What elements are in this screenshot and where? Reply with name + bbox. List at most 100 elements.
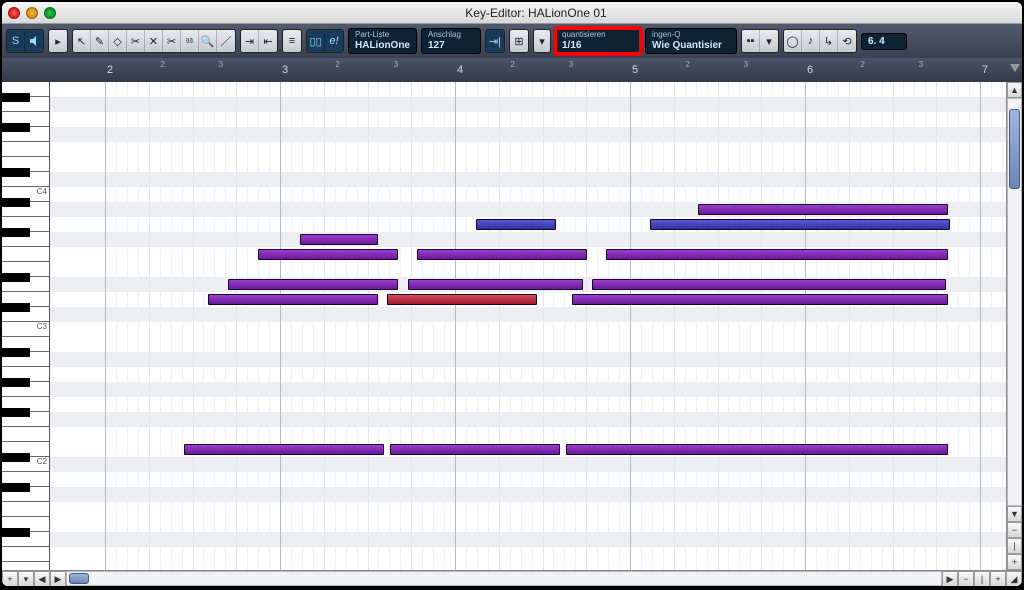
erase-tool-icon[interactable]: ◇ <box>109 30 127 52</box>
part-list-value: HALionOne <box>355 40 410 51</box>
window-close-button[interactable] <box>8 7 20 19</box>
position-display: 6. 4 <box>861 33 907 50</box>
zoom-h-in-button[interactable]: + <box>990 571 1006 586</box>
snap-toggle-button[interactable]: ⇥| <box>486 30 504 52</box>
midi-note[interactable] <box>387 294 537 305</box>
corner-grip-icon[interactable]: ◢ <box>1006 571 1022 586</box>
snap-type-button[interactable]: ⊞ <box>510 30 528 52</box>
velocity-field[interactable]: Anschlag 127 <box>421 28 481 54</box>
zoom-h-out-button[interactable]: − <box>958 571 974 586</box>
zoom-h-slider[interactable]: | <box>974 571 990 586</box>
vertical-scroll-thumb[interactable] <box>1009 109 1020 189</box>
midi-note[interactable] <box>606 249 948 260</box>
quantize-label: quantisieren <box>562 31 634 40</box>
record-pitch-button[interactable]: ⟲ <box>838 30 856 52</box>
length-q-value: Wie Quantisier <box>652 40 730 51</box>
ruler-subdivision: 2 <box>510 60 514 69</box>
trim-tool-icon[interactable]: ✂ <box>127 30 145 52</box>
horizontal-scrollbar[interactable] <box>66 571 942 586</box>
nudge-left-button[interactable]: ⇥ <box>241 30 259 52</box>
ruler-menu-arrow-icon[interactable] <box>1010 64 1020 72</box>
ruler-bar-number: 6 <box>795 58 825 82</box>
editor-main: C4C3C2 ▲ ▼ − | + <box>2 82 1022 570</box>
ruler-subdivision: 3 <box>569 60 573 69</box>
note-grid[interactable] <box>50 82 1006 570</box>
ruler-bar-number: 4 <box>445 58 475 82</box>
midi-note[interactable] <box>300 234 378 245</box>
ruler-subdivision: 2 <box>685 60 689 69</box>
length-quantize-selector[interactable]: ingen-Q Wie Quantisier <box>645 28 737 54</box>
midi-note[interactable] <box>390 444 560 455</box>
zoom-v-in-button[interactable]: + <box>1007 554 1022 570</box>
ruler-bar-number: 5 <box>620 58 650 82</box>
ruler-subdivision: 3 <box>394 60 398 69</box>
midi-note[interactable] <box>592 279 946 290</box>
feedback-button[interactable] <box>25 30 43 52</box>
ruler-subdivision: 3 <box>744 60 748 69</box>
solo-button[interactable]: S <box>7 30 25 52</box>
scroll-down-button[interactable]: ▼ <box>1007 506 1022 522</box>
midi-note[interactable] <box>476 219 556 230</box>
scroll-up-button[interactable]: ▲ <box>1007 82 1022 98</box>
ruler-subdivision: 3 <box>919 60 923 69</box>
vertical-scrollbar-area: ▲ ▼ − | + <box>1006 82 1022 570</box>
ruler-subdivision: 2 <box>160 60 164 69</box>
midi-note[interactable] <box>228 279 398 290</box>
zoom-tool-icon[interactable]: 🔍 <box>199 30 217 52</box>
piano-key-label: C2 <box>37 457 47 569</box>
draw-tool-icon[interactable]: ✎ <box>91 30 109 52</box>
toolbar: S ▸ ↖ ✎ ◇ ✂ ✕ ✂ ⎂ 🔍 ／ ⇥ ⇤ ≡ ▯▯ e! <box>2 24 1022 58</box>
ruler-subdivision: 2 <box>335 60 339 69</box>
scroll-right-button[interactable]: ▶ <box>50 571 66 586</box>
midi-note[interactable] <box>208 294 378 305</box>
window-maximize-button[interactable] <box>44 7 56 19</box>
midi-note[interactable] <box>184 444 384 455</box>
window-title: Key-Editor: HALionOne 01 <box>56 6 1016 20</box>
pointer-tool-icon[interactable]: ↖ <box>73 30 91 52</box>
velocity-label: Anschlag <box>428 31 474 40</box>
midi-note[interactable] <box>566 444 948 455</box>
snap-menu-arrow-icon[interactable]: ▾ <box>534 30 550 52</box>
midi-note[interactable] <box>258 249 398 260</box>
line-tool-icon[interactable]: ／ <box>217 30 235 52</box>
time-ruler[interactable]: 223323423523623723 <box>2 58 1022 82</box>
position-value: 6. 4 <box>868 36 900 47</box>
window-titlebar: Key-Editor: HALionOne 01 <box>2 2 1022 24</box>
show-info-button[interactable]: ≡ <box>283 30 301 52</box>
color-mode-button[interactable]: ▪▪ <box>742 30 760 52</box>
midi-note[interactable] <box>698 204 948 215</box>
glue-tool-icon[interactable]: ⎂ <box>181 30 199 52</box>
move-insert-button[interactable]: ↳ <box>820 30 838 52</box>
controller-lane-toggle[interactable]: ▾ <box>18 571 34 586</box>
zoom-v-out-button[interactable]: − <box>1007 522 1022 538</box>
nudge-right-button[interactable]: ⇤ <box>259 30 277 52</box>
quantize-selector[interactable]: quantisieren 1/16 <box>555 28 641 54</box>
window-minimize-button[interactable] <box>26 7 38 19</box>
midi-input-button[interactable]: ♪ <box>802 30 820 52</box>
show-controllers-button[interactable]: ▯▯ <box>307 30 325 52</box>
scroll-right-end-button[interactable]: ▶ <box>942 571 958 586</box>
edit-in-place-button[interactable]: e! <box>325 30 343 52</box>
controller-lane-menu[interactable]: + <box>2 571 18 586</box>
piano-keyboard[interactable]: C4C3C2 <box>2 82 50 570</box>
auto-scroll-button[interactable]: ▸ <box>49 30 67 52</box>
part-list-selector[interactable]: Part-Liste HALionOne <box>348 28 417 54</box>
scroll-left-button[interactable]: ◀ <box>34 571 50 586</box>
midi-note[interactable] <box>650 219 950 230</box>
velocity-value: 127 <box>428 40 474 51</box>
ruler-bar-number: 7 <box>970 58 1000 82</box>
mute-tool-icon[interactable]: ✕ <box>145 30 163 52</box>
horizontal-scroll-thumb[interactable] <box>69 573 89 584</box>
step-input-button[interactable]: ◯ <box>784 30 802 52</box>
ruler-bar-number: 3 <box>270 58 300 82</box>
ruler-subdivision: 2 <box>860 60 864 69</box>
color-menu-arrow-icon[interactable]: ▾ <box>760 30 778 52</box>
part-list-label: Part-Liste <box>355 31 410 40</box>
midi-note[interactable] <box>408 279 583 290</box>
vertical-scrollbar[interactable] <box>1007 98 1022 506</box>
split-tool-icon[interactable]: ✂ <box>163 30 181 52</box>
zoom-v-slider[interactable]: | <box>1007 538 1022 554</box>
midi-note[interactable] <box>417 249 587 260</box>
midi-note[interactable] <box>572 294 948 305</box>
ruler-subdivision: 3 <box>219 60 223 69</box>
